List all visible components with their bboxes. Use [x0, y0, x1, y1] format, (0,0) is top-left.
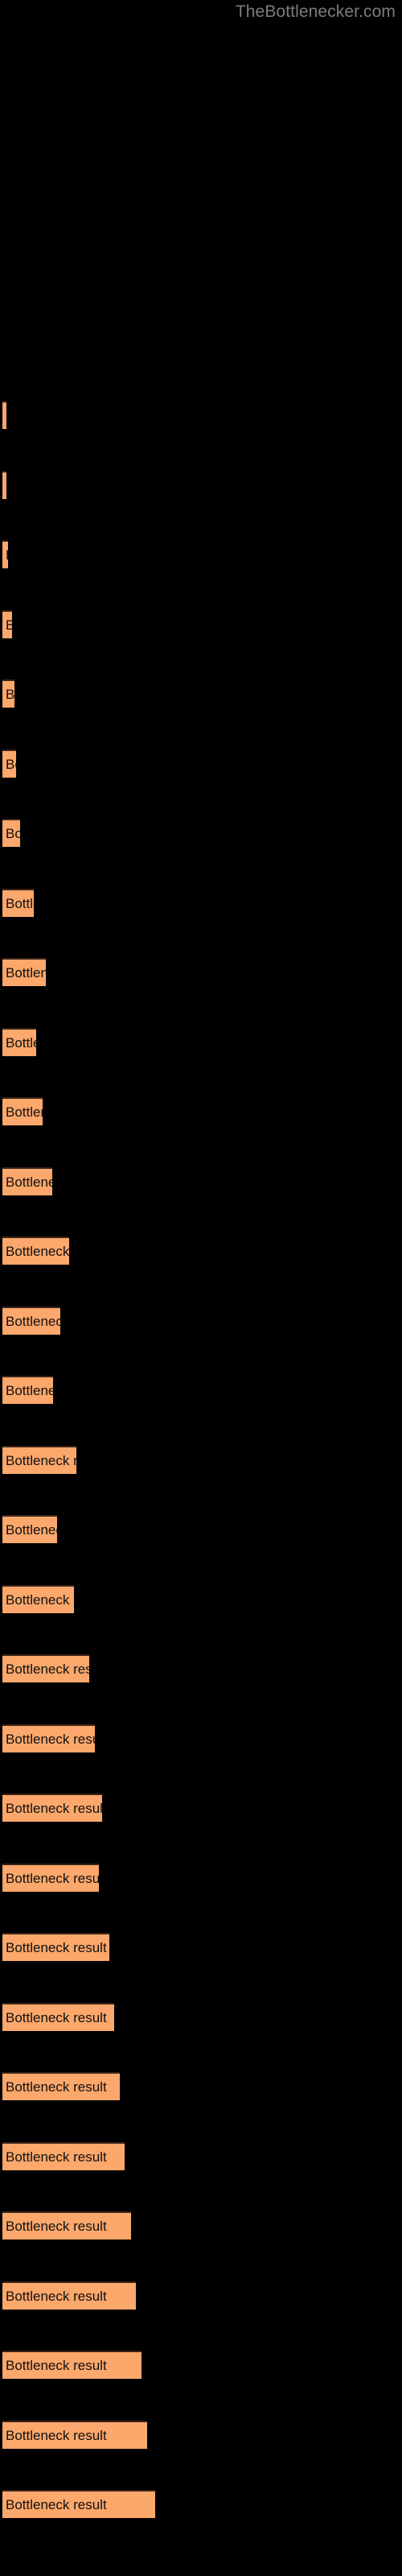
bar-label: Bottleneck result [6, 826, 20, 841]
bar-row: Bottleneck result [0, 1724, 402, 1752]
bar-label: Bottleneck result [6, 2079, 107, 2095]
bottleneck-result-bar[interactable]: Bottleneck result [2, 1097, 43, 1125]
bar-label: Bottleneck result [6, 1870, 99, 1886]
bar-row: Bottleneck result [0, 2072, 402, 2100]
bottleneck-result-bar[interactable]: Bottleneck result [2, 1376, 53, 1404]
bottleneck-result-bar[interactable]: Bottleneck result [2, 1027, 36, 1056]
bottleneck-result-bar[interactable]: Bottleneck result [2, 1933, 109, 1961]
bar-label: Bottleneck result [6, 1801, 102, 1816]
bar-row: Bottleneck result [0, 1515, 402, 1543]
bar-row: Bottleneck result [0, 2490, 402, 2518]
bar-row: Bottleneck result [0, 1097, 402, 1125]
bar-label: Bottleneck result [6, 1662, 89, 1677]
bar-row: Bottleneck result [0, 1863, 402, 1892]
bottleneck-result-bar[interactable]: Bottleneck result [2, 679, 14, 708]
bar-row: Bottleneck result [0, 540, 402, 568]
bar-label: Bottleneck result [6, 2358, 107, 2373]
bar-label: Bottleneck result [6, 1244, 69, 1259]
bar-label: Bottleneck result [6, 1174, 52, 1190]
bar-label: Bottleneck result [6, 2219, 107, 2234]
bar-label: Bottleneck result [6, 2149, 107, 2165]
bar-label: Bottleneck result [6, 1452, 76, 1468]
bar-label: Bottleneck result [6, 965, 46, 980]
bottleneck-result-bar[interactable]: Bottleneck result [2, 1654, 89, 1682]
bar-label: Bottleneck result [6, 2009, 107, 2025]
bar-label: Bottleneck result [6, 687, 14, 702]
bar-label: Bottleneck result [6, 1591, 74, 1608]
bar-row: Bottleneck result [0, 1027, 402, 1056]
bar-row: Bottleneck result [0, 2351, 402, 2379]
bottleneck-result-bar[interactable]: Bottleneck result [2, 2490, 155, 2518]
bottleneck-result-bar[interactable]: Bottleneck result [2, 540, 8, 568]
bar-row: Bottleneck result [0, 401, 402, 429]
bar-label: Bottleneck result [6, 1522, 57, 1538]
bar-label: Bottleneck result [6, 2288, 107, 2304]
bar-label: Bottleneck result [6, 1731, 95, 1747]
bottleneck-result-bar[interactable]: Bottleneck result [2, 470, 6, 499]
bar-row: Bottleneck result [0, 1445, 402, 1474]
bottleneck-result-bar[interactable]: Bottleneck result [2, 958, 46, 986]
bar-row: Bottleneck result [0, 2141, 402, 2170]
bottleneck-result-bar[interactable]: Bottleneck result [2, 2211, 131, 2240]
bottleneck-result-bar[interactable]: Bottleneck result [2, 2141, 125, 2170]
bottleneck-result-bar[interactable]: Bottleneck result [2, 1306, 60, 1335]
bar-label: Bottleneck result [6, 1104, 43, 1120]
bottleneck-result-bar[interactable]: Bottleneck result [2, 2351, 142, 2379]
bar-row: Bottleneck result [0, 958, 402, 986]
bar-row: Bottleneck result [0, 2420, 402, 2449]
bar-row: Bottleneck result [0, 609, 402, 638]
bar-row: Bottleneck result [0, 470, 402, 499]
bar-row: Bottleneck result [0, 749, 402, 778]
bar-row: Bottleneck result [0, 1654, 402, 1682]
bar-row: Bottleneck result [0, 2281, 402, 2310]
bar-row: Bottleneck result [0, 1376, 402, 1404]
bottleneck-result-bar[interactable]: Bottleneck result [2, 609, 12, 638]
bottleneck-result-bar[interactable]: Bottleneck result [2, 1515, 57, 1543]
bar-row: Bottleneck result [0, 1166, 402, 1195]
bar-label: Bottleneck result [6, 1034, 36, 1051]
bar-row: Bottleneck result [0, 679, 402, 708]
bottleneck-result-bar[interactable]: Bottleneck result [2, 888, 34, 917]
bottleneck-result-bar[interactable]: Bottleneck result [2, 1863, 99, 1892]
bar-label: Bottleneck result [6, 612, 12, 638]
bar-row: Bottleneck result [0, 1584, 402, 1613]
bottleneck-result-bar[interactable]: Bottleneck result [2, 2002, 114, 2031]
bar-label: Bottleneck result [6, 1940, 107, 1955]
bottleneck-result-bar[interactable]: Bottleneck result [2, 1166, 52, 1195]
bottleneck-result-bar[interactable]: Bottleneck result [2, 2072, 120, 2100]
bar-label: Bottleneck result [6, 895, 34, 911]
bar-row: Bottleneck result [0, 2002, 402, 2031]
bottleneck-result-bar[interactable]: Bottleneck result [2, 401, 6, 429]
bottleneck-result-bar[interactable]: Bottleneck result [2, 1445, 76, 1474]
bar-label: Bottleneck result [6, 1313, 60, 1329]
bar-row: Bottleneck result [0, 888, 402, 917]
bar-label: Bottleneck result [6, 2427, 107, 2443]
bar-row: Bottleneck result [0, 819, 402, 847]
bottleneck-result-bar[interactable]: Bottleneck result [2, 1236, 69, 1265]
bottleneck-result-bar[interactable]: Bottleneck result [2, 1724, 95, 1752]
bar-label: Bottleneck result [6, 756, 16, 772]
bar-row: Bottleneck result [0, 1236, 402, 1265]
bottleneck-result-bar[interactable]: Bottleneck result [2, 1584, 74, 1613]
bottleneck-result-bar[interactable]: Bottleneck result [2, 749, 16, 778]
bottleneck-result-bar[interactable]: Bottleneck result [2, 2420, 147, 2449]
bottleneck-result-bar[interactable]: Bottleneck result [2, 1794, 102, 1822]
bar-row: Bottleneck result [0, 1794, 402, 1822]
bar-row: Bottleneck result [0, 1933, 402, 1961]
bar-row: Bottleneck result [0, 1306, 402, 1335]
bar-label: Bottleneck result [6, 542, 8, 568]
bottleneck-result-bar[interactable]: Bottleneck result [2, 2281, 136, 2310]
bar-label: Bottleneck result [6, 1383, 53, 1398]
bar-row: Bottleneck result [0, 2211, 402, 2240]
bar-label: Bottleneck result [6, 2497, 107, 2512]
bottleneck-bar-chart: Bottleneck result Bottleneck result Bottle… [0, 0, 402, 2576]
bottleneck-result-bar[interactable]: Bottleneck result [2, 819, 20, 847]
